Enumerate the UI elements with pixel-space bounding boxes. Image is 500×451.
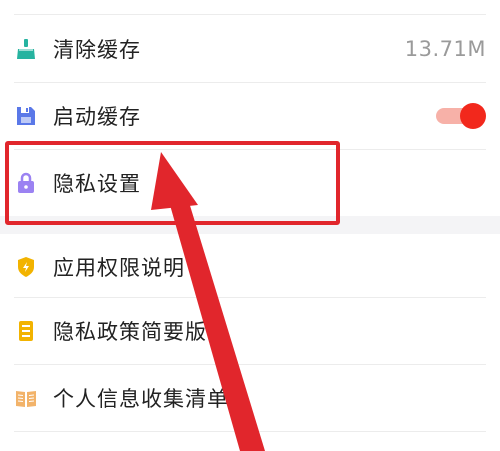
shield-icon xyxy=(14,255,38,279)
document-icon xyxy=(14,319,38,343)
lock-icon xyxy=(14,171,38,195)
clear-cache-row[interactable]: 清除缓存 13.71M xyxy=(0,16,500,82)
divider xyxy=(14,431,486,432)
cache-size-value: 13.71M xyxy=(404,37,486,61)
clear-cache-label: 清除缓存 xyxy=(53,38,141,62)
privacy-settings-row[interactable]: 隐私设置 xyxy=(0,150,500,216)
section-gap xyxy=(0,216,500,234)
startup-cache-label: 启动缓存 xyxy=(53,105,141,129)
privacy-policy-summary-label: 隐私政策简要版 xyxy=(53,320,207,344)
privacy-settings-label: 隐私设置 xyxy=(53,172,141,196)
divider xyxy=(14,14,486,15)
startup-cache-row: 启动缓存 xyxy=(0,83,500,149)
settings-screen: 清除缓存 13.71M 启动缓存 隐私设置 应用权限说明 隐私政策简要版 个人信… xyxy=(0,0,500,451)
app-permissions-label: 应用权限说明 xyxy=(53,256,185,280)
personal-info-list-row[interactable]: 个人信息收集清单 xyxy=(0,365,500,431)
personal-info-list-label: 个人信息收集清单 xyxy=(53,387,229,411)
broom-icon xyxy=(14,37,38,61)
toggle-knob xyxy=(460,103,486,129)
book-icon xyxy=(14,386,38,410)
privacy-policy-summary-row[interactable]: 隐私政策简要版 xyxy=(0,298,500,364)
startup-cache-toggle[interactable] xyxy=(436,103,486,129)
save-icon xyxy=(14,104,38,128)
app-permissions-row[interactable]: 应用权限说明 xyxy=(0,234,500,300)
